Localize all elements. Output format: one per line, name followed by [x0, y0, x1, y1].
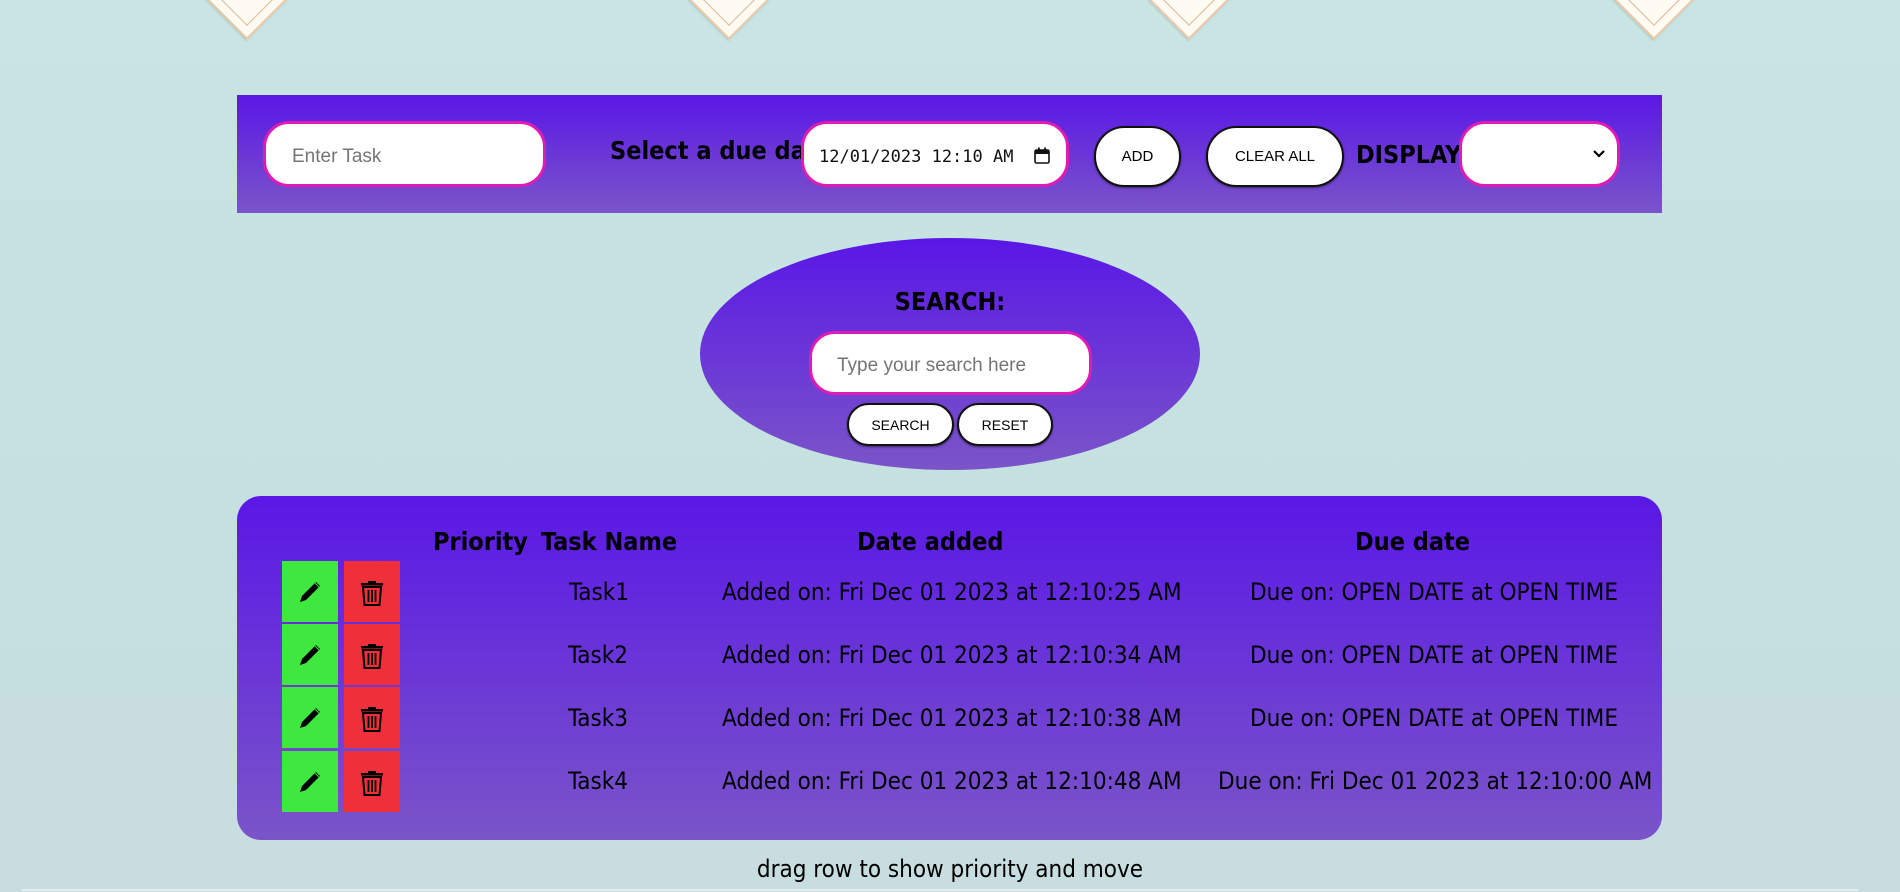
search-button[interactable]: SEARCH: [847, 403, 954, 446]
search-input[interactable]: Type your search here: [809, 331, 1092, 395]
trash-icon: [361, 643, 383, 669]
due-date-cell: Due on: OPEN DATE at OPEN TIME: [1250, 578, 1618, 606]
edit-button[interactable]: [282, 751, 338, 812]
due-date-input[interactable]: 12/01/2023 12:10 AM: [801, 121, 1069, 187]
calendar-icon[interactable]: [1034, 147, 1050, 164]
divider: [22, 889, 1858, 891]
trash-icon: [361, 770, 383, 796]
due-date-cell: Due on: OPEN DATE at OPEN TIME: [1250, 704, 1618, 732]
due-date-value: 12/01/2023 12:10 AM: [819, 147, 1014, 167]
trash-icon: [361, 706, 383, 732]
date-added-cell: Added on: Fri Dec 01 2023 at 12:10:48 AM: [722, 767, 1182, 795]
date-added-cell: Added on: Fri Dec 01 2023 at 12:10:38 AM: [722, 704, 1182, 732]
pencil-icon: [300, 644, 320, 665]
task-name-cell: Task3: [568, 704, 628, 732]
due-date-cell: Due on: Fri Dec 01 2023 at 12:10:00 AM: [1218, 767, 1653, 795]
pencil-icon: [300, 581, 320, 602]
edit-button[interactable]: [282, 687, 338, 748]
task-input-placeholder: Enter Task: [292, 146, 382, 167]
drag-hint: drag row to show priority and move: [756, 855, 1144, 883]
search-input-placeholder: Type your search here: [837, 355, 1027, 376]
task-input[interactable]: Enter Task: [263, 121, 546, 187]
due-date-cell: Due on: OPEN DATE at OPEN TIME: [1250, 641, 1618, 669]
date-added-cell: Added on: Fri Dec 01 2023 at 12:10:34 AM: [722, 641, 1182, 669]
clear-all-button[interactable]: CLEAR ALL: [1206, 126, 1344, 187]
edit-button[interactable]: [282, 561, 338, 622]
column-header-task-name: Task Name: [541, 527, 678, 556]
display-label: DISPLAY:: [1356, 140, 1469, 169]
edit-button[interactable]: [282, 624, 338, 685]
delete-button[interactable]: [344, 561, 400, 622]
task-name-cell: Task2: [568, 641, 628, 669]
delete-button[interactable]: [344, 624, 400, 685]
task-name-cell: Task1: [569, 578, 629, 606]
display-select[interactable]: [1459, 121, 1620, 187]
search-title: SEARCH:: [894, 287, 1006, 316]
column-header-due-date: Due date: [1355, 527, 1471, 556]
column-header-priority: Priority: [433, 527, 528, 556]
column-header-date-added: Date added: [857, 527, 1004, 556]
chevron-down-icon: [1593, 150, 1605, 158]
pencil-icon: [300, 771, 320, 792]
task-name-cell: Task4: [568, 767, 628, 795]
delete-button[interactable]: [344, 687, 400, 748]
delete-button[interactable]: [344, 751, 400, 812]
add-button[interactable]: ADD: [1094, 126, 1181, 187]
pencil-icon: [300, 707, 320, 728]
reset-button[interactable]: RESET: [957, 403, 1053, 446]
trash-icon: [361, 580, 383, 606]
date-added-cell: Added on: Fri Dec 01 2023 at 12:10:25 AM: [722, 578, 1182, 606]
